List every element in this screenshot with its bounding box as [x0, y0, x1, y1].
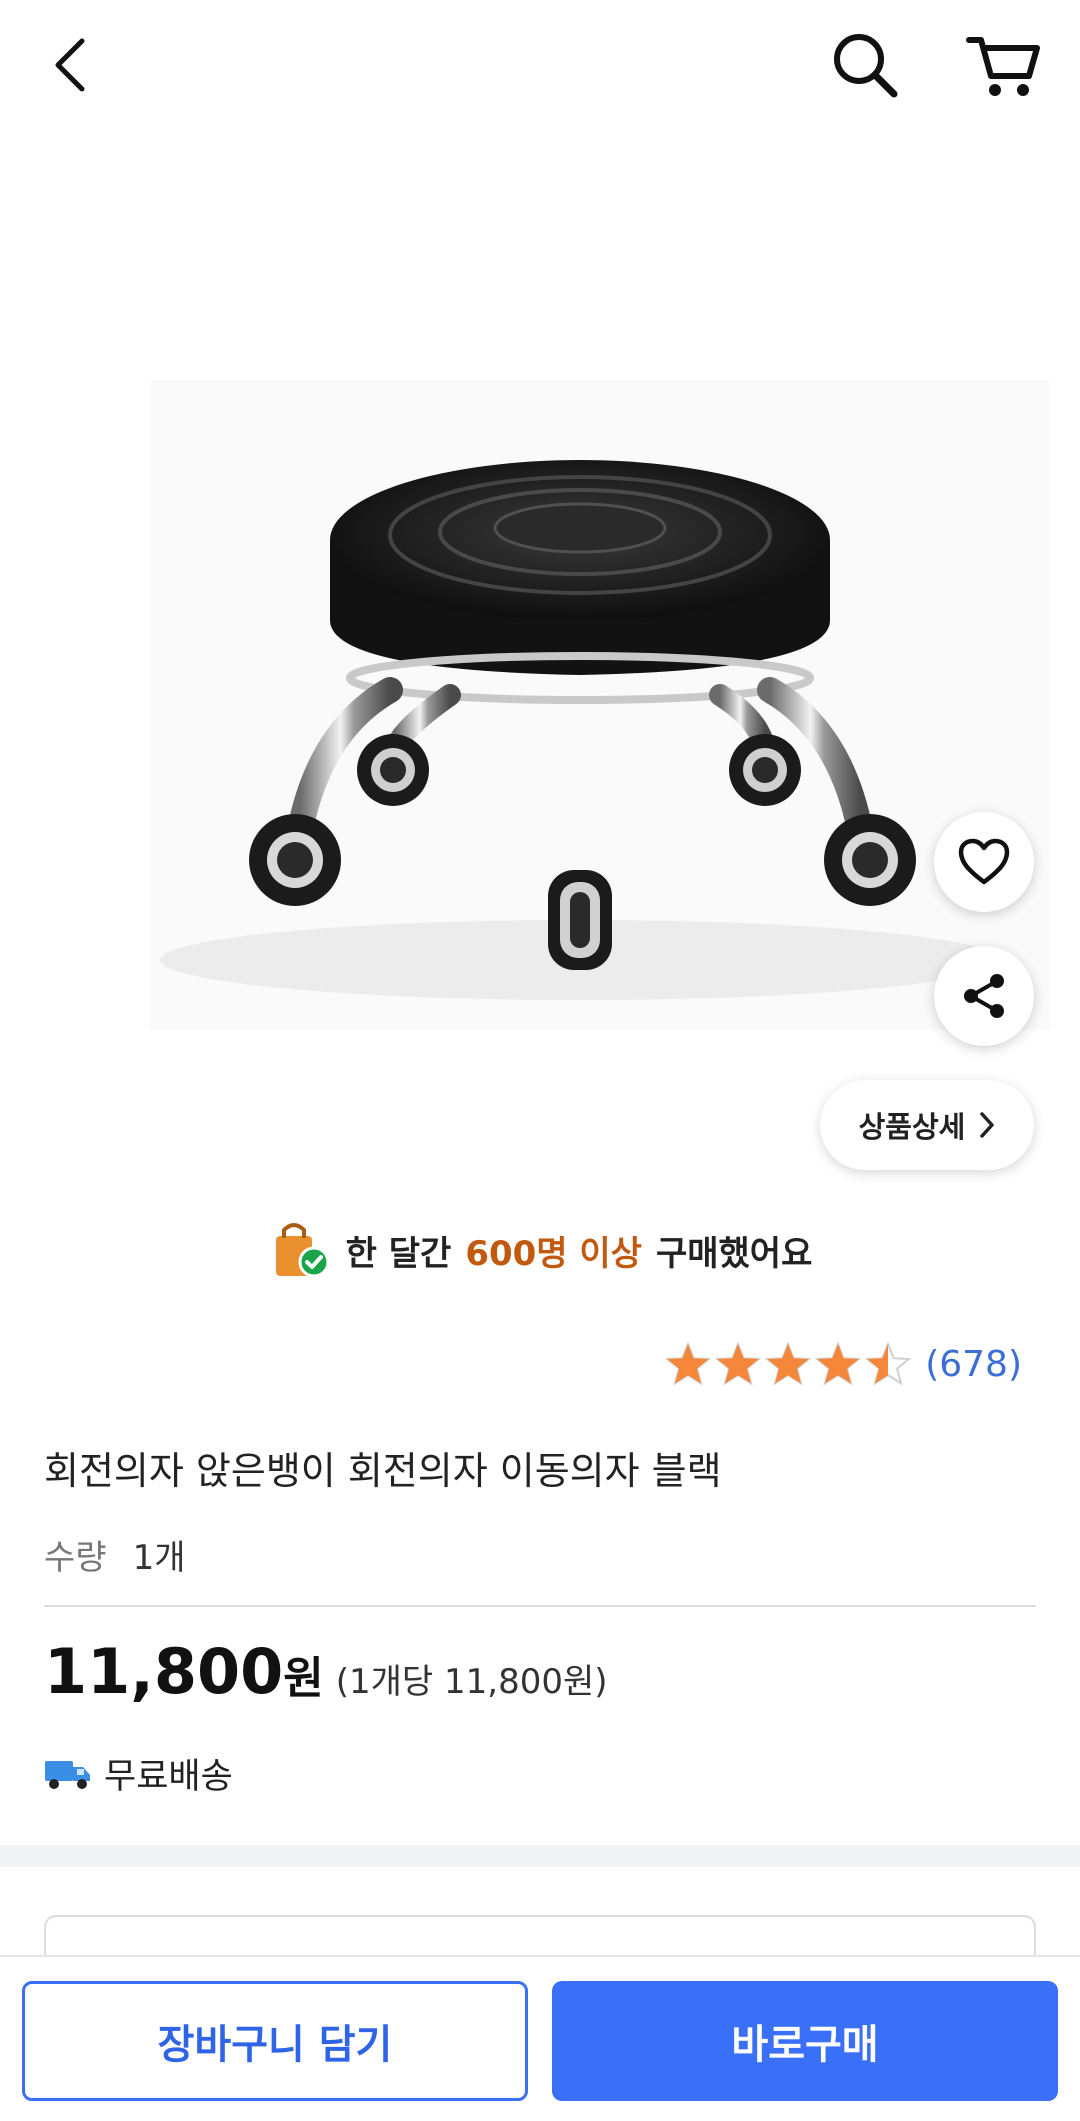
- proof-suffix: 구매했어요: [655, 1233, 813, 1274]
- product-detail-label: 상품상세: [858, 1110, 966, 1144]
- quantity-value: 1개: [132, 1538, 186, 1578]
- purchase-count-banner: 한 달간 600명 이상 구매했어요: [0, 1210, 1080, 1290]
- stool-illustration: [150, 380, 1050, 1030]
- quantity-label: 수량: [44, 1538, 107, 1578]
- price-currency: 원: [283, 1653, 324, 1704]
- product-image: [0, 130, 1080, 1090]
- rating[interactable]: (678): [665, 1342, 1022, 1386]
- review-count[interactable]: (678): [925, 1344, 1022, 1385]
- back-button[interactable]: [30, 25, 110, 105]
- heart-icon: [958, 838, 1010, 885]
- search-button[interactable]: [820, 25, 910, 105]
- star-rating: [665, 1342, 912, 1386]
- wheel: [249, 814, 341, 906]
- buy-now-label: 바로구매: [731, 2022, 879, 2068]
- product-detail-button[interactable]: 상품상세: [820, 1080, 1034, 1170]
- top-bar: [0, 0, 1080, 130]
- quantity-row: 수량 1개: [44, 1530, 185, 1579]
- add-to-cart-button[interactable]: 장바구니 담기: [22, 1981, 528, 2101]
- price-row: 11,800 원 (1개당 11,800원): [44, 1635, 608, 1708]
- shipping-row: 무료배송: [44, 1748, 233, 1799]
- proof-prefix: 한 달간: [345, 1233, 452, 1274]
- chevron-left-icon: [55, 38, 85, 92]
- chevron-right-icon: [980, 1112, 995, 1138]
- product-title: 회전의자 앉은뱅이 회전의자 이동의자 블랙: [44, 1449, 722, 1493]
- share-icon: [964, 974, 1004, 1018]
- add-to-cart-label: 장바구니 담기: [157, 2022, 393, 2068]
- star-icon: [765, 1342, 812, 1386]
- section-divider: [0, 1845, 1080, 1867]
- share-button[interactable]: [934, 946, 1034, 1046]
- wheel: [357, 734, 429, 806]
- buy-now-button[interactable]: 바로구매: [552, 1981, 1058, 2101]
- price-amount: 11,800: [44, 1635, 284, 1708]
- bottom-action-bar: 장바구니 담기 바로구매: [0, 1955, 1080, 2121]
- shipping-label: 무료배송: [104, 1757, 233, 1797]
- search-icon: [834, 34, 898, 98]
- wishlist-button[interactable]: [934, 812, 1034, 912]
- wheel: [824, 814, 916, 906]
- star-icon: [665, 1342, 712, 1386]
- star-icon: [715, 1342, 762, 1386]
- wheel: [548, 870, 612, 970]
- cart-button[interactable]: [955, 25, 1050, 105]
- divider: [44, 1605, 1036, 1607]
- wheel: [729, 734, 801, 806]
- proof-highlight: 600명 이상: [465, 1233, 642, 1274]
- star-icon: [815, 1342, 862, 1386]
- unit-price: (1개당 11,800원): [335, 1662, 608, 1702]
- cart-icon: [965, 37, 1040, 96]
- delivery-truck-icon: [45, 1760, 90, 1789]
- shopping-bag-check-icon: [275, 1223, 330, 1278]
- star-icon: [865, 1342, 912, 1386]
